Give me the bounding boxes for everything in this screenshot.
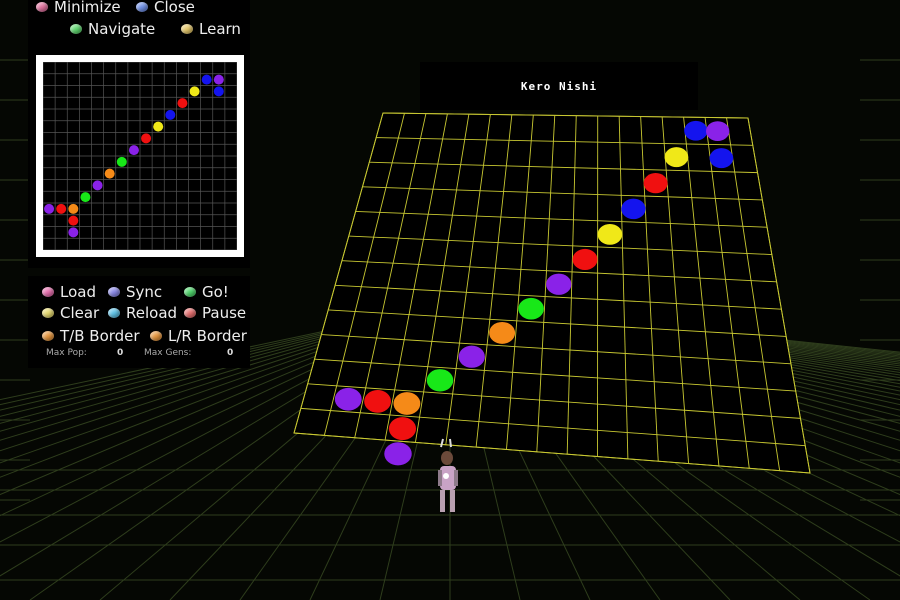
- board-cell[interactable]: [384, 442, 412, 466]
- pause-dot-icon: [184, 308, 196, 318]
- minimap-cell: [104, 168, 115, 179]
- reload-dot-icon: [108, 308, 120, 318]
- sync-dot-icon: [108, 287, 120, 297]
- lr-border-label: L/R Border: [168, 327, 247, 345]
- lr-border-button[interactable]: L/R Border: [150, 326, 247, 346]
- minimap-cell: [165, 109, 176, 120]
- minimap-cell: [177, 98, 188, 109]
- minimap-cell: [213, 86, 224, 97]
- board-cell[interactable]: [572, 248, 598, 270]
- minimap-cell: [68, 215, 79, 226]
- max-pop-value: 0: [117, 348, 124, 358]
- sync-button[interactable]: Sync: [108, 282, 162, 302]
- load-button[interactable]: Load: [42, 282, 96, 302]
- minimize-button[interactable]: Minimize: [36, 0, 121, 17]
- board-cell[interactable]: [388, 417, 417, 441]
- sync-label: Sync: [126, 283, 163, 301]
- navigate-button[interactable]: Navigate: [70, 19, 155, 39]
- pause-label: Pause: [202, 304, 247, 322]
- board-title-sign: Kero Nishi: [420, 62, 698, 110]
- go-button[interactable]: Go!: [184, 282, 229, 302]
- max-pop-label: Max Pop:: [46, 348, 87, 358]
- minimap-cell: [80, 192, 91, 203]
- board-cell[interactable]: [621, 198, 646, 220]
- learn-dot-icon: [181, 24, 193, 34]
- minimap-cell: [116, 156, 127, 167]
- board-cell[interactable]: [518, 297, 544, 320]
- minimap-cell: [68, 227, 79, 238]
- minimap-cell: [141, 133, 152, 144]
- reload-button[interactable]: Reload: [108, 303, 177, 323]
- navigate-label: Navigate: [88, 20, 156, 38]
- minimap-grid: [43, 62, 237, 250]
- board-cell[interactable]: [705, 121, 730, 141]
- board-cell[interactable]: [334, 387, 362, 411]
- minimap-cell: [128, 145, 139, 156]
- board-cell[interactable]: [684, 120, 708, 141]
- board-cell[interactable]: [489, 321, 516, 344]
- clear-label: Clear: [60, 304, 100, 322]
- close-button[interactable]: Close: [136, 0, 195, 17]
- go-label: Go!: [202, 283, 229, 301]
- minimap-cell: [201, 74, 212, 85]
- board-cell[interactable]: [664, 147, 689, 168]
- max-gens-label: Max Gens:: [144, 348, 192, 358]
- clear-dot-icon: [42, 308, 54, 318]
- tb-border-dot-icon: [42, 331, 54, 341]
- minimize-label: Minimize: [54, 0, 121, 16]
- minimap-cell: [92, 180, 103, 191]
- tb-border-label: T/B Border: [60, 327, 140, 345]
- tb-border-button[interactable]: T/B Border: [42, 326, 140, 346]
- minimap-cell: [68, 203, 79, 214]
- board-cell[interactable]: [546, 273, 572, 295]
- board-cell[interactable]: [393, 392, 421, 415]
- navigate-dot-icon: [70, 24, 82, 34]
- game-board[interactable]: [293, 112, 811, 474]
- minimap-cell: [189, 86, 200, 97]
- board-cell[interactable]: [426, 369, 454, 392]
- clear-button[interactable]: Clear: [42, 303, 99, 323]
- load-dot-icon: [42, 287, 54, 297]
- board-cell[interactable]: [364, 390, 392, 413]
- avatar: [438, 438, 458, 512]
- close-label: Close: [154, 0, 195, 16]
- minimap-cell: [44, 203, 55, 214]
- board-cell[interactable]: [458, 345, 485, 368]
- board-cell[interactable]: [597, 223, 623, 245]
- learn-label: Learn: [199, 20, 241, 38]
- minimap-cell: [56, 203, 67, 214]
- minimap-cell: [213, 74, 224, 85]
- minimap-cell: [153, 121, 164, 132]
- go-dot-icon: [184, 287, 196, 297]
- board-cell[interactable]: [643, 173, 668, 194]
- close-dot-icon: [136, 2, 148, 12]
- max-gens-value: 0: [227, 348, 234, 358]
- pause-button[interactable]: Pause: [184, 303, 246, 323]
- reload-label: Reload: [126, 304, 178, 322]
- learn-button[interactable]: Learn: [181, 19, 241, 39]
- minimize-dot-icon: [36, 2, 48, 12]
- board-title: Kero Nishi: [520, 79, 598, 93]
- minimap[interactable]: [36, 55, 244, 257]
- load-label: Load: [60, 283, 96, 301]
- lr-border-dot-icon: [150, 331, 162, 341]
- board-cell[interactable]: [709, 148, 734, 169]
